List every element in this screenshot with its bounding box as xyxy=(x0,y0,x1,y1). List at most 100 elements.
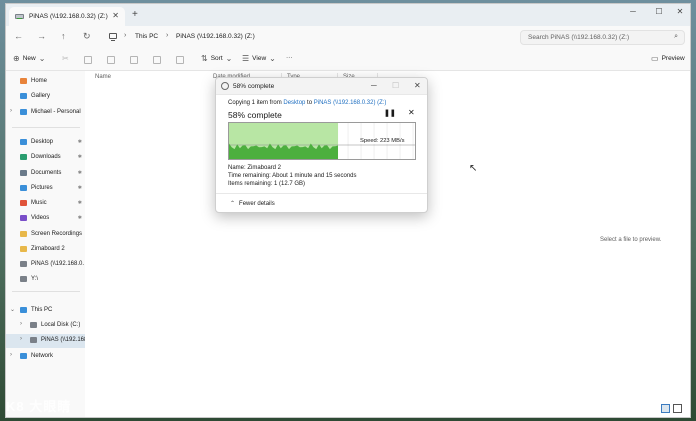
network-drive-icon xyxy=(15,14,24,19)
close-button[interactable]: ✕ xyxy=(670,7,690,16)
tab-label: PiNAS (\\192.168.0.32) (Z:) xyxy=(29,13,108,20)
cut-icon: ✂ xyxy=(62,54,69,63)
documents-icon xyxy=(20,170,27,176)
sidebar-item-label: Gallery xyxy=(31,93,51,99)
folder-icon xyxy=(20,246,27,252)
cloud-icon xyxy=(20,109,27,115)
dialog-minimize-button[interactable]: ─ xyxy=(371,81,377,90)
copy-source-link[interactable]: Desktop xyxy=(283,100,305,106)
network-drive-icon xyxy=(20,276,27,282)
navigation-pane: Home Gallery › Michael - Personal Desktop ✱ Do… xyxy=(6,71,85,417)
preview-label: Preview xyxy=(661,55,685,62)
refresh-button[interactable]: ↻ xyxy=(83,31,91,42)
sidebar-item-michael-personal[interactable]: › Michael - Personal xyxy=(6,106,85,120)
sidebar-item-label: Zimaboard 2 xyxy=(31,246,65,252)
details-view-icon[interactable] xyxy=(661,404,670,413)
sidebar-item-music[interactable]: Music ✱ xyxy=(6,197,85,211)
item-name: Name: Zimaboard 2 xyxy=(228,165,282,171)
folder-icon xyxy=(20,231,27,237)
sidebar-item-label: Documents xyxy=(31,170,62,176)
downloads-icon xyxy=(20,154,27,160)
dialog-close-button[interactable]: ✕ xyxy=(414,81,421,90)
pause-button[interactable]: ❚❚ xyxy=(384,109,396,117)
network-drive-icon xyxy=(20,261,27,267)
cut-button[interactable]: ✂ xyxy=(62,54,69,63)
chevron-right-icon[interactable]: › xyxy=(20,321,22,327)
percent-complete: 58% complete xyxy=(228,110,282,120)
sidebar-item-screen-recordings[interactable]: Screen Recordings xyxy=(6,228,85,242)
tab-pinas[interactable]: PiNAS (\\192.168.0.32) (Z:) ✕ xyxy=(9,7,125,26)
sidebar-item-this-pc[interactable]: ⌄ This PC xyxy=(6,304,85,318)
pin-icon: ✱ xyxy=(77,185,82,191)
minimize-button[interactable]: ─ xyxy=(623,7,643,16)
copy-icon[interactable] xyxy=(84,56,92,64)
copy-description: Copying 1 item from Desktop to PiNAS (\\… xyxy=(228,100,386,106)
new-button[interactable]: ⊕ New ⌄ xyxy=(13,54,45,63)
delete-icon[interactable] xyxy=(176,56,184,64)
sidebar-item-home[interactable]: Home xyxy=(6,75,85,89)
paste-icon[interactable] xyxy=(107,56,115,64)
up-button[interactable]: ↑ xyxy=(61,31,66,41)
new-tab-button[interactable]: + xyxy=(132,9,138,20)
tiles-view-icon[interactable] xyxy=(673,404,682,413)
sidebar-item-label: Music xyxy=(31,200,47,206)
sidebar-item-gallery[interactable]: Gallery xyxy=(6,90,85,104)
desktop-icon xyxy=(20,139,27,145)
tab-close-icon[interactable]: ✕ xyxy=(112,11,119,20)
breadcrumb-this-pc[interactable]: This PC xyxy=(135,33,158,40)
mouse-cursor-icon: ↖ xyxy=(469,163,478,174)
sidebar-item-label: Desktop xyxy=(31,139,54,145)
sidebar-item-downloads[interactable]: Downloads ✱ xyxy=(6,151,85,165)
dialog-maximize-button: ☐ xyxy=(392,81,400,90)
sidebar-item-desktop[interactable]: Desktop ✱ xyxy=(6,136,85,150)
sidebar-item-label: Network xyxy=(31,353,54,359)
pin-icon: ✱ xyxy=(77,200,82,206)
view-icon: ☰ xyxy=(242,54,250,63)
sort-icon: ⇅ xyxy=(201,54,208,63)
sidebar-item-label: Michael - Personal xyxy=(31,109,81,115)
column-header-name[interactable]: Name xyxy=(95,74,111,80)
sidebar-item-pinas-192-168-0[interactable]: PiNAS (\\192.168.0. xyxy=(6,258,85,272)
view-button[interactable]: ☰ View ⌄ xyxy=(242,54,276,63)
chevron-right-icon[interactable]: › xyxy=(20,336,22,342)
more-options-button[interactable]: ··· xyxy=(286,54,293,61)
chevron-down-icon: ⌄ xyxy=(38,54,46,63)
sidebar-divider xyxy=(12,127,80,128)
back-button[interactable]: ← xyxy=(14,31,23,41)
navigation-bar: ← → ↑ ↻ › This PC › PiNAS (\\192.168.0.3… xyxy=(6,26,690,48)
rename-icon[interactable] xyxy=(130,56,138,64)
fewer-details-label: Fewer details xyxy=(239,200,275,207)
chevron-right-icon[interactable]: › xyxy=(10,352,12,358)
sidebar-item-y[interactable]: Y:\ xyxy=(6,273,85,287)
sidebar-item-label: PiNAS (\\192.168.0 xyxy=(41,337,85,343)
sidebar-item-label: Home xyxy=(31,78,48,84)
pin-icon: ✱ xyxy=(77,154,82,160)
chevron-down-icon[interactable]: ⌄ xyxy=(10,306,15,313)
cancel-button[interactable]: ✕ xyxy=(408,108,415,117)
preview-button[interactable]: ▭ Preview xyxy=(651,54,685,63)
view-label: View xyxy=(252,55,267,62)
share-icon[interactable] xyxy=(153,56,161,64)
sidebar-item-pinas-192-168-0[interactable]: › PiNAS (\\192.168.0 xyxy=(6,334,85,348)
pin-icon: ✱ xyxy=(77,139,82,145)
sidebar-item-zimaboard-2[interactable]: Zimaboard 2 xyxy=(6,243,85,257)
sidebar-item-videos[interactable]: Videos ✱ xyxy=(6,212,85,226)
pin-icon: ✱ xyxy=(77,170,82,176)
sidebar-item-label: Pictures xyxy=(31,185,53,191)
sidebar-item-network[interactable]: › Network xyxy=(6,350,85,364)
maximize-button[interactable]: ☐ xyxy=(649,7,669,16)
search-input[interactable]: Search PiNAS (\\192.168.0.32) (Z:) ⌕ xyxy=(520,30,685,45)
forward-button[interactable]: → xyxy=(37,31,46,41)
sidebar-item-pictures[interactable]: Pictures ✱ xyxy=(6,182,85,196)
chevron-down-icon: ⌄ xyxy=(225,54,233,63)
sidebar-item-local-disk-c[interactable]: › Local Disk (C:) xyxy=(6,319,85,333)
sidebar-item-documents[interactable]: Documents ✱ xyxy=(6,167,85,181)
copy-destination-link[interactable]: PiNAS (\\192.168.0.32) (Z:) xyxy=(314,100,387,106)
fewer-details-button[interactable]: ⌃ Fewer details xyxy=(230,200,275,208)
pictures-icon xyxy=(20,185,27,191)
this-pc-icon xyxy=(20,307,27,313)
chevron-right-icon[interactable]: › xyxy=(10,108,12,114)
sidebar-item-label: PiNAS (\\192.168.0. xyxy=(31,261,85,267)
sort-button[interactable]: ⇅ Sort ⌄ xyxy=(201,54,232,63)
breadcrumb-pinas[interactable]: PiNAS (\\192.168.0.32) (Z:) xyxy=(176,33,255,40)
